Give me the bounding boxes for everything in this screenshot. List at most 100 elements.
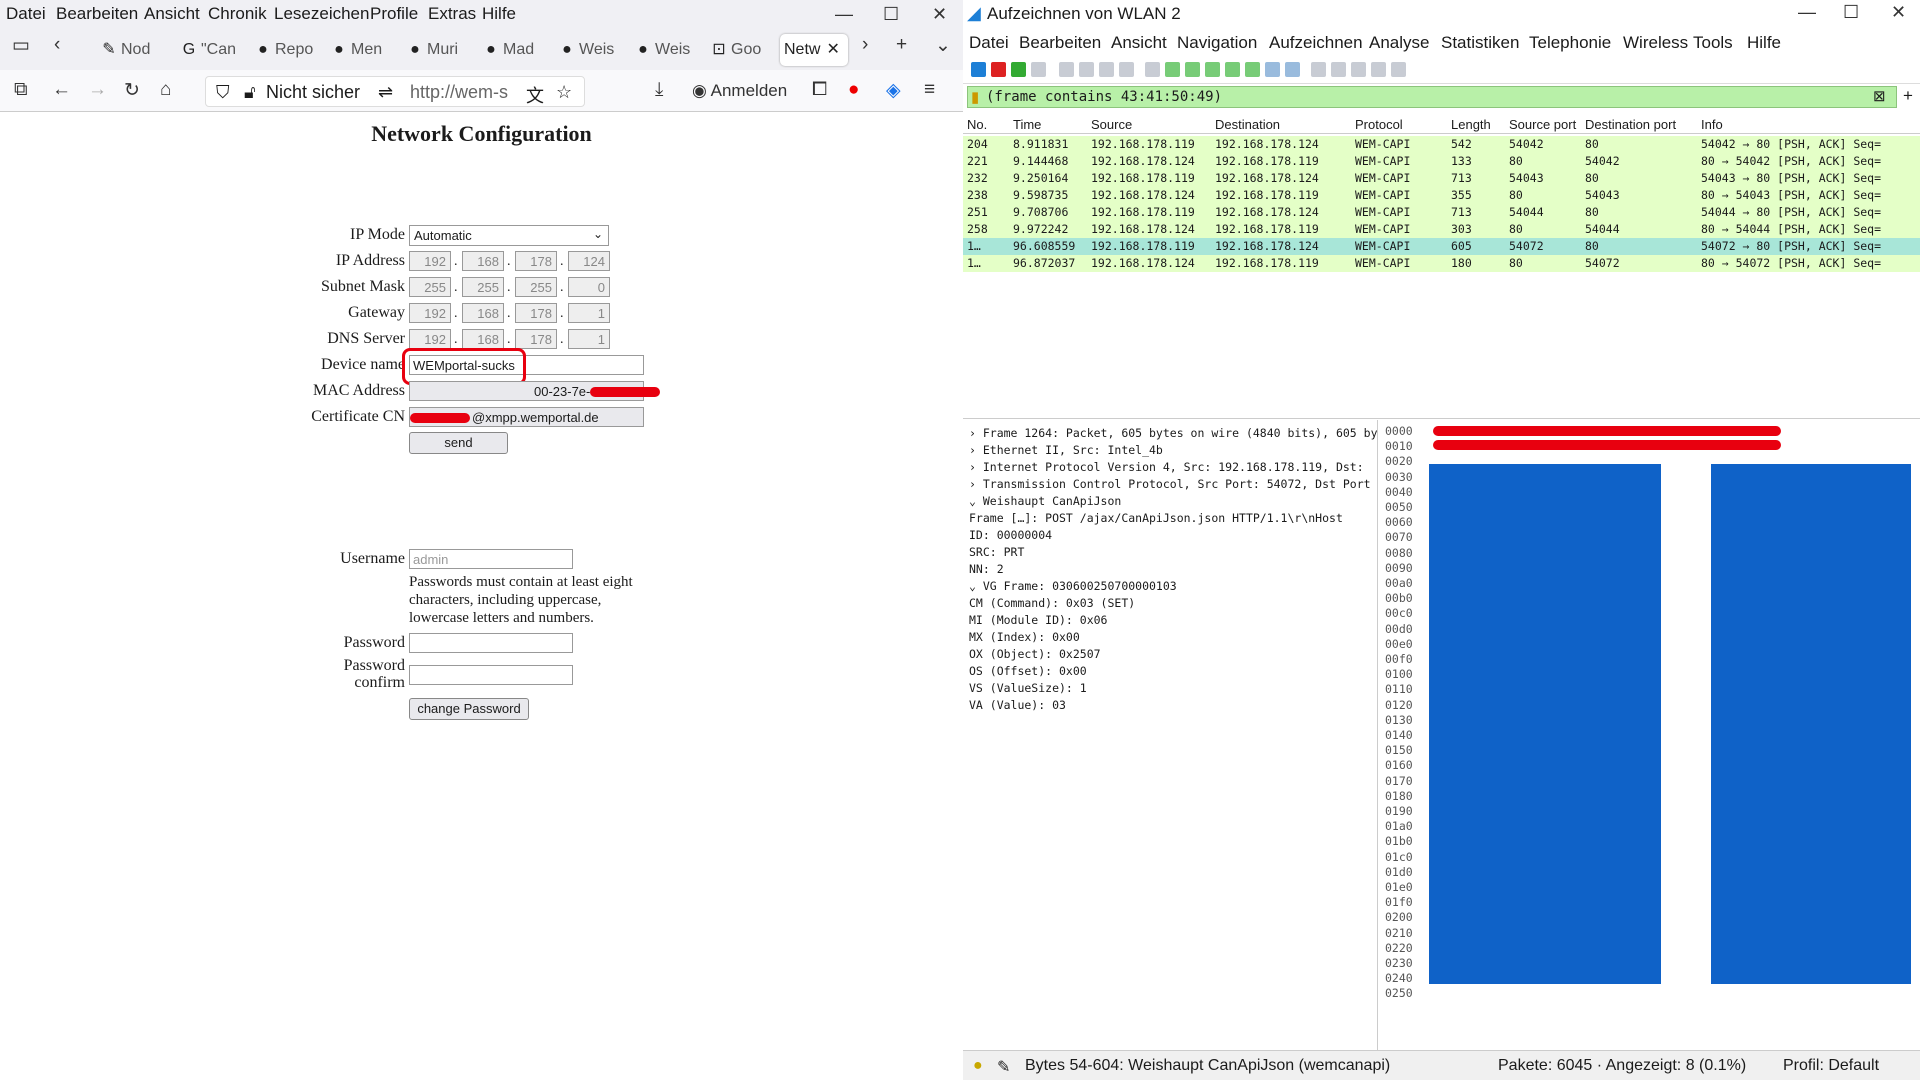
packet-row[interactable]: 1… 96.872037 192.168.178.124 192.168.178.11…	[963, 255, 1920, 272]
tab-9[interactable]: ⊡ Goo	[706, 34, 770, 66]
menu-ansicht[interactable]: Ansicht	[144, 4, 200, 24]
translate-icon[interactable]: 文	[526, 82, 544, 108]
tree-item[interactable]: CM (Command): 0x03 (SET)	[969, 596, 1135, 610]
bookmark-star-icon[interactable]: ☆	[556, 82, 572, 103]
save-file-icon[interactable]	[1079, 62, 1094, 77]
ws-menu-aufzeichnen[interactable]: Aufzeichnen	[1269, 33, 1363, 53]
subnet-octet-2[interactable]: 255	[462, 277, 504, 297]
bookmark-icon[interactable]: ▮	[971, 88, 979, 106]
zoom-out-icon[interactable]	[1331, 62, 1346, 77]
dns-octet-4[interactable]: 1	[568, 329, 610, 349]
home-icon[interactable]: ⌂	[160, 79, 171, 101]
display-filter-input[interactable]: (frame contains 43:41:50:49)	[967, 86, 1897, 108]
close-icon[interactable]: ✕	[1891, 2, 1906, 23]
adblock-icon[interactable]: ●	[848, 79, 859, 101]
extensions-icon[interactable]: ⧠	[812, 79, 827, 101]
col-no[interactable]: No.	[967, 117, 987, 132]
maximize-icon[interactable]: ☐	[1843, 2, 1859, 23]
subnet-octet-1[interactable]: 255	[409, 277, 451, 297]
col-destination-port[interactable]: Destination port	[1585, 117, 1676, 132]
tab-8[interactable]: ● Weis	[630, 34, 694, 66]
tab-list-chevron-icon[interactable]: ⌄	[935, 34, 951, 57]
ip-mode-select[interactable]: Automatic ⌄	[409, 225, 609, 246]
menu-datei[interactable]: Datei	[6, 4, 46, 24]
go-forward-icon[interactable]	[1185, 62, 1200, 77]
ip-octet-2[interactable]: 168	[462, 251, 504, 271]
packet-row[interactable]: 221 9.144468 192.168.178.124 192.168.178.11…	[963, 153, 1920, 170]
menu-bearbeiten[interactable]: Bearbeiten	[56, 4, 138, 24]
autoscroll-icon[interactable]	[1265, 62, 1280, 77]
ws-menu-bearbeiten[interactable]: Bearbeiten	[1019, 33, 1101, 53]
menu-extras[interactable]: Extras	[428, 4, 476, 24]
ws-menu-ansicht[interactable]: Ansicht	[1111, 33, 1167, 53]
send-button[interactable]: send	[409, 432, 508, 454]
tree-item[interactable]: MI (Module ID): 0x06	[969, 613, 1107, 627]
minimize-icon[interactable]: —	[1798, 2, 1816, 23]
tab-2[interactable]: G "Can	[176, 34, 236, 66]
tree-item[interactable]: › Internet Protocol Version 4, Src: 192.…	[969, 460, 1364, 474]
stop-capture-icon[interactable]	[991, 62, 1006, 77]
packet-row[interactable]: 1… 96.608559 192.168.178.119 192.168.178.12…	[963, 238, 1920, 255]
tabs-scroll-left-icon[interactable]: ‹	[54, 34, 60, 56]
tree-item[interactable]: OX (Object): 0x2507	[969, 647, 1101, 661]
col-time[interactable]: Time	[1013, 117, 1041, 132]
start-capture-icon[interactable]	[971, 62, 986, 77]
col-source[interactable]: Source	[1091, 117, 1132, 132]
tab-close-icon[interactable]: ✕	[826, 41, 839, 58]
menu-chronik[interactable]: Chronik	[208, 4, 267, 24]
packet-row[interactable]: 251 9.708706 192.168.178.119 192.168.178.12…	[963, 204, 1920, 221]
dns-octet-3[interactable]: 178	[515, 329, 557, 349]
maximize-icon[interactable]: ☐	[883, 4, 899, 25]
tree-item[interactable]: ⌄ Weishaupt CanApiJson	[969, 494, 1121, 508]
tree-item[interactable]: NN: 2	[969, 562, 1004, 576]
menu-profile[interactable]: Profile	[370, 4, 418, 24]
dns-octet-1[interactable]: 192	[409, 329, 451, 349]
tree-item[interactable]: OS (Offset): 0x00	[969, 664, 1087, 678]
tab-6[interactable]: ● Mad	[478, 34, 542, 66]
ws-menu-tools[interactable]: Tools	[1693, 33, 1733, 53]
download-icon[interactable]: ⤓	[655, 79, 663, 101]
hamburger-menu-icon[interactable]: ≡	[924, 79, 935, 101]
tab-5[interactable]: ● Muri	[402, 34, 466, 66]
last-packet-icon[interactable]	[1245, 62, 1260, 77]
gateway-octet-1[interactable]: 192	[409, 303, 451, 323]
tabs-scroll-right-icon[interactable]: ›	[862, 34, 868, 56]
forward-icon[interactable]: →	[88, 79, 107, 101]
ws-menu-datei[interactable]: Datei	[969, 33, 1009, 53]
password-input[interactable]	[409, 633, 573, 653]
go-back-icon[interactable]	[1165, 62, 1180, 77]
packet-row[interactable]: 204 8.911831 192.168.178.119 192.168.178.12…	[963, 136, 1920, 153]
ws-menu-statistiken[interactable]: Statistiken	[1441, 33, 1519, 53]
packet-row[interactable]: 258 9.972242 192.168.178.124 192.168.178.11…	[963, 221, 1920, 238]
tree-item[interactable]: › Frame 1264: Packet, 605 bytes on wire …	[969, 426, 1377, 440]
restart-capture-icon[interactable]	[1011, 62, 1026, 77]
change-password-button[interactable]: change Password	[409, 698, 529, 720]
tree-item[interactable]: MX (Index): 0x00	[969, 630, 1080, 644]
ws-menu-wireless[interactable]: Wireless	[1623, 33, 1688, 53]
ip-octet-4[interactable]: 124	[568, 251, 610, 271]
first-packet-icon[interactable]	[1225, 62, 1240, 77]
zoom-reset-icon[interactable]	[1351, 62, 1366, 77]
subnet-octet-3[interactable]: 255	[515, 277, 557, 297]
ws-menu-hilfe[interactable]: Hilfe	[1747, 33, 1781, 53]
tab-4[interactable]: ● Men	[326, 34, 390, 66]
clear-filter-icon[interactable]: ⊠	[1873, 87, 1886, 105]
subnet-octet-4[interactable]: 0	[568, 277, 610, 297]
reload-file-icon[interactable]	[1119, 62, 1134, 77]
gateway-octet-3[interactable]: 178	[515, 303, 557, 323]
tree-item[interactable]: Frame […]: POST /ajax/CanApiJson.json HT…	[969, 511, 1343, 525]
colorize-icon[interactable]	[1285, 62, 1300, 77]
add-filter-icon[interactable]: +	[1903, 86, 1913, 106]
tree-item[interactable]: ID: 00000004	[969, 528, 1052, 542]
ip-octet-1[interactable]: 192	[409, 251, 451, 271]
tab-1[interactable]: ✎ Nod	[96, 34, 156, 66]
go-to-packet-icon[interactable]	[1205, 62, 1220, 77]
menu-hilfe[interactable]: Hilfe	[482, 4, 516, 24]
url-bar[interactable]: ⛉ 🔓︎ Nicht sicher ⇌ http://wem-s 文 ☆	[205, 76, 585, 107]
status-profile[interactable]: Profil: Default	[1783, 1057, 1879, 1075]
tree-item[interactable]: › Ethernet II, Src: Intel_4b	[969, 443, 1163, 457]
tree-item[interactable]: ⌄ VG Frame: 030600250700000103	[969, 579, 1177, 593]
col-destination[interactable]: Destination	[1215, 117, 1280, 132]
extension-icon[interactable]: ◈	[886, 79, 901, 102]
minimize-icon[interactable]: —	[835, 4, 853, 25]
